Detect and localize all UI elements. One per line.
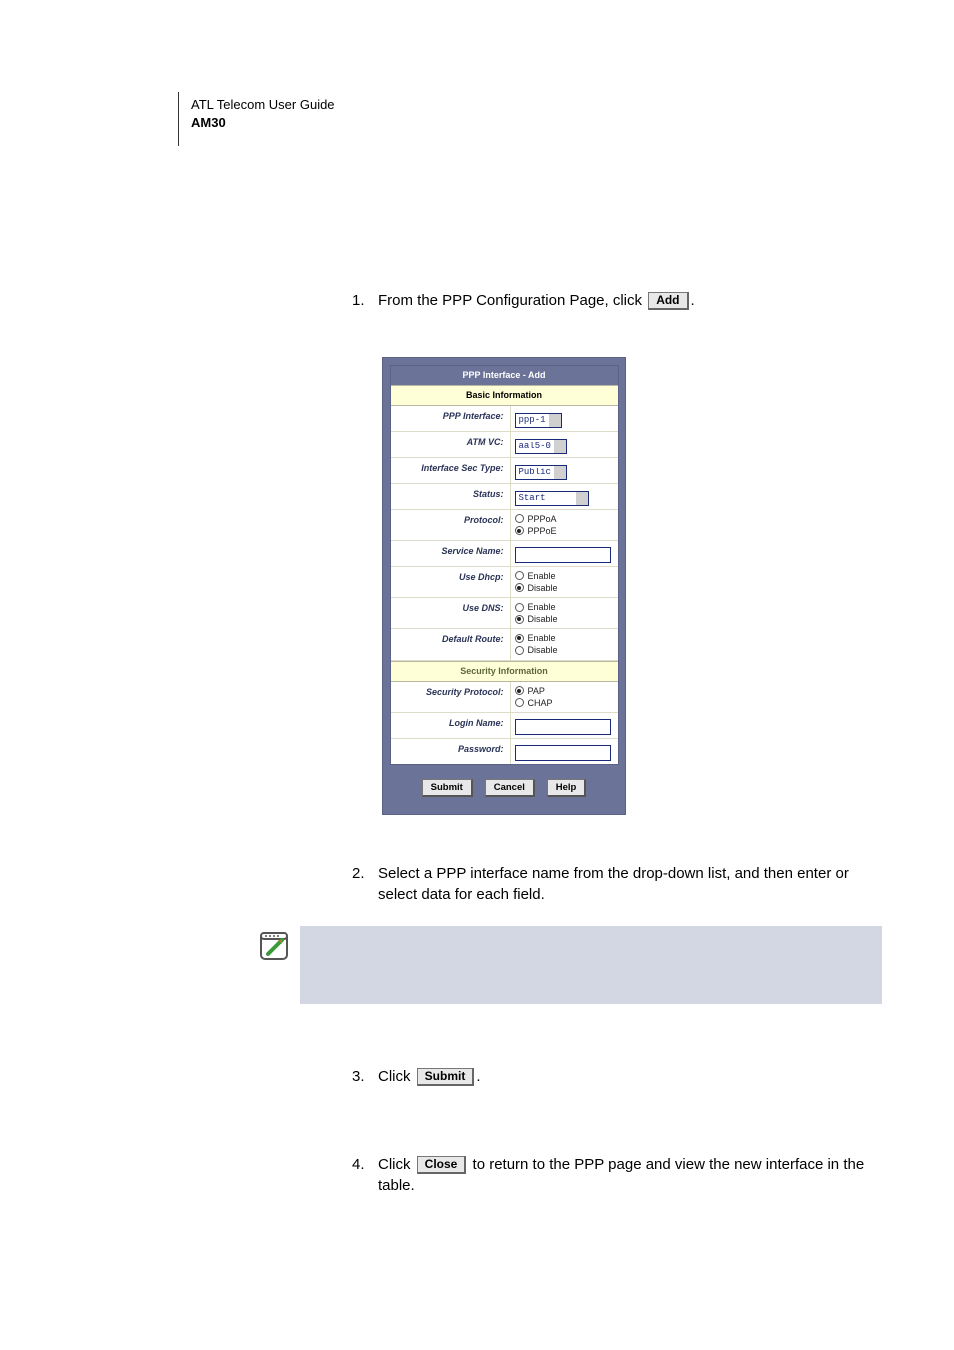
- label-atm-vc: ATM VC:: [391, 432, 511, 457]
- input-password[interactable]: [515, 745, 611, 761]
- radio-pppoe[interactable]: PPPoE: [515, 525, 614, 537]
- select-sec-type[interactable]: Public: [515, 465, 567, 480]
- radio-route-disable[interactable]: Disable: [515, 644, 614, 656]
- doc-header: ATL Telecom User Guide AM30: [178, 92, 335, 146]
- section-security: Security Information: [391, 661, 618, 682]
- step-4-number: 4.: [352, 1154, 378, 1196]
- note-icon: [258, 926, 300, 1004]
- ppp-add-form: PPP Interface - Add Basic Information PP…: [382, 357, 626, 815]
- radios-use-dns: Enable Disable: [511, 598, 618, 628]
- step-1-text-pre: From the PPP Configuration Page, click: [378, 292, 646, 309]
- radios-use-dhcp: Enable Disable: [511, 567, 618, 597]
- label-password: Password:: [391, 739, 511, 764]
- select-atm-vc[interactable]: aal5-0: [515, 439, 567, 454]
- label-service-name: Service Name:: [391, 541, 511, 566]
- radios-default-route: Enable Disable: [511, 629, 618, 659]
- step-3-number: 3.: [352, 1066, 378, 1087]
- step-3: 3. Click Submit.: [352, 1066, 882, 1087]
- step-4: 4. Click Close to return to the PPP page…: [352, 1154, 882, 1196]
- help-button[interactable]: Help: [547, 779, 587, 798]
- label-use-dns: Use DNS:: [391, 598, 511, 628]
- label-protocol: Protocol:: [391, 510, 511, 540]
- form-title: PPP Interface - Add: [391, 366, 618, 385]
- step-2-text: Select a PPP interface name from the dro…: [378, 863, 882, 905]
- radios-protocol: PPPoA PPPoE: [511, 510, 618, 540]
- radio-chap[interactable]: CHAP: [515, 697, 614, 709]
- step-1-text-post: .: [691, 292, 695, 309]
- radio-dhcp-disable[interactable]: Disable: [515, 582, 614, 594]
- label-status: Status:: [391, 484, 511, 509]
- radio-pap[interactable]: PAP: [515, 685, 614, 697]
- radio-route-enable[interactable]: Enable: [515, 632, 614, 644]
- step-4-body: Click Close to return to the PPP page an…: [378, 1154, 882, 1196]
- radio-dns-enable[interactable]: Enable: [515, 601, 614, 613]
- radio-pppoa[interactable]: PPPoA: [515, 513, 614, 525]
- label-use-dhcp: Use Dhcp:: [391, 567, 511, 597]
- doc-header-line1: ATL Telecom User Guide: [191, 96, 335, 114]
- submit-button-inline[interactable]: Submit: [417, 1068, 475, 1086]
- step-3-text-pre: Click: [378, 1068, 415, 1085]
- add-button-inline[interactable]: Add: [648, 292, 688, 310]
- step-1: 1. From the PPP Configuration Page, clic…: [352, 290, 882, 311]
- cancel-button[interactable]: Cancel: [485, 779, 535, 798]
- note-row: [258, 926, 882, 1004]
- close-button-inline[interactable]: Close: [417, 1156, 467, 1174]
- section-basic: Basic Information: [391, 385, 618, 406]
- radio-dns-disable[interactable]: Disable: [515, 613, 614, 625]
- input-service-name[interactable]: [515, 547, 611, 563]
- label-login-name: Login Name:: [391, 713, 511, 738]
- form-button-row: Submit Cancel Help: [390, 765, 619, 808]
- radio-dhcp-enable[interactable]: Enable: [515, 570, 614, 582]
- step-3-body: Click Submit.: [378, 1066, 882, 1087]
- step-3-text-post: .: [476, 1068, 480, 1085]
- input-login-name[interactable]: [515, 719, 611, 735]
- step-2: 2. Select a PPP interface name from the …: [352, 863, 882, 905]
- label-ppp-interface: PPP Interface:: [391, 406, 511, 431]
- radios-sec-protocol: PAP CHAP: [511, 682, 618, 712]
- step-1-number: 1.: [352, 290, 378, 311]
- label-default-route: Default Route:: [391, 629, 511, 659]
- submit-button[interactable]: Submit: [422, 779, 473, 798]
- doc-header-line2: AM30: [191, 114, 335, 132]
- label-sec-type: Interface Sec Type:: [391, 458, 511, 483]
- note-callout: [300, 926, 882, 1004]
- select-status[interactable]: Start: [515, 491, 589, 506]
- label-sec-protocol: Security Protocol:: [391, 682, 511, 712]
- step-2-number: 2.: [352, 863, 378, 905]
- step-1-body: From the PPP Configuration Page, click A…: [378, 290, 882, 311]
- select-ppp-interface[interactable]: ppp-1: [515, 413, 562, 428]
- step-4-text-pre: Click: [378, 1156, 415, 1173]
